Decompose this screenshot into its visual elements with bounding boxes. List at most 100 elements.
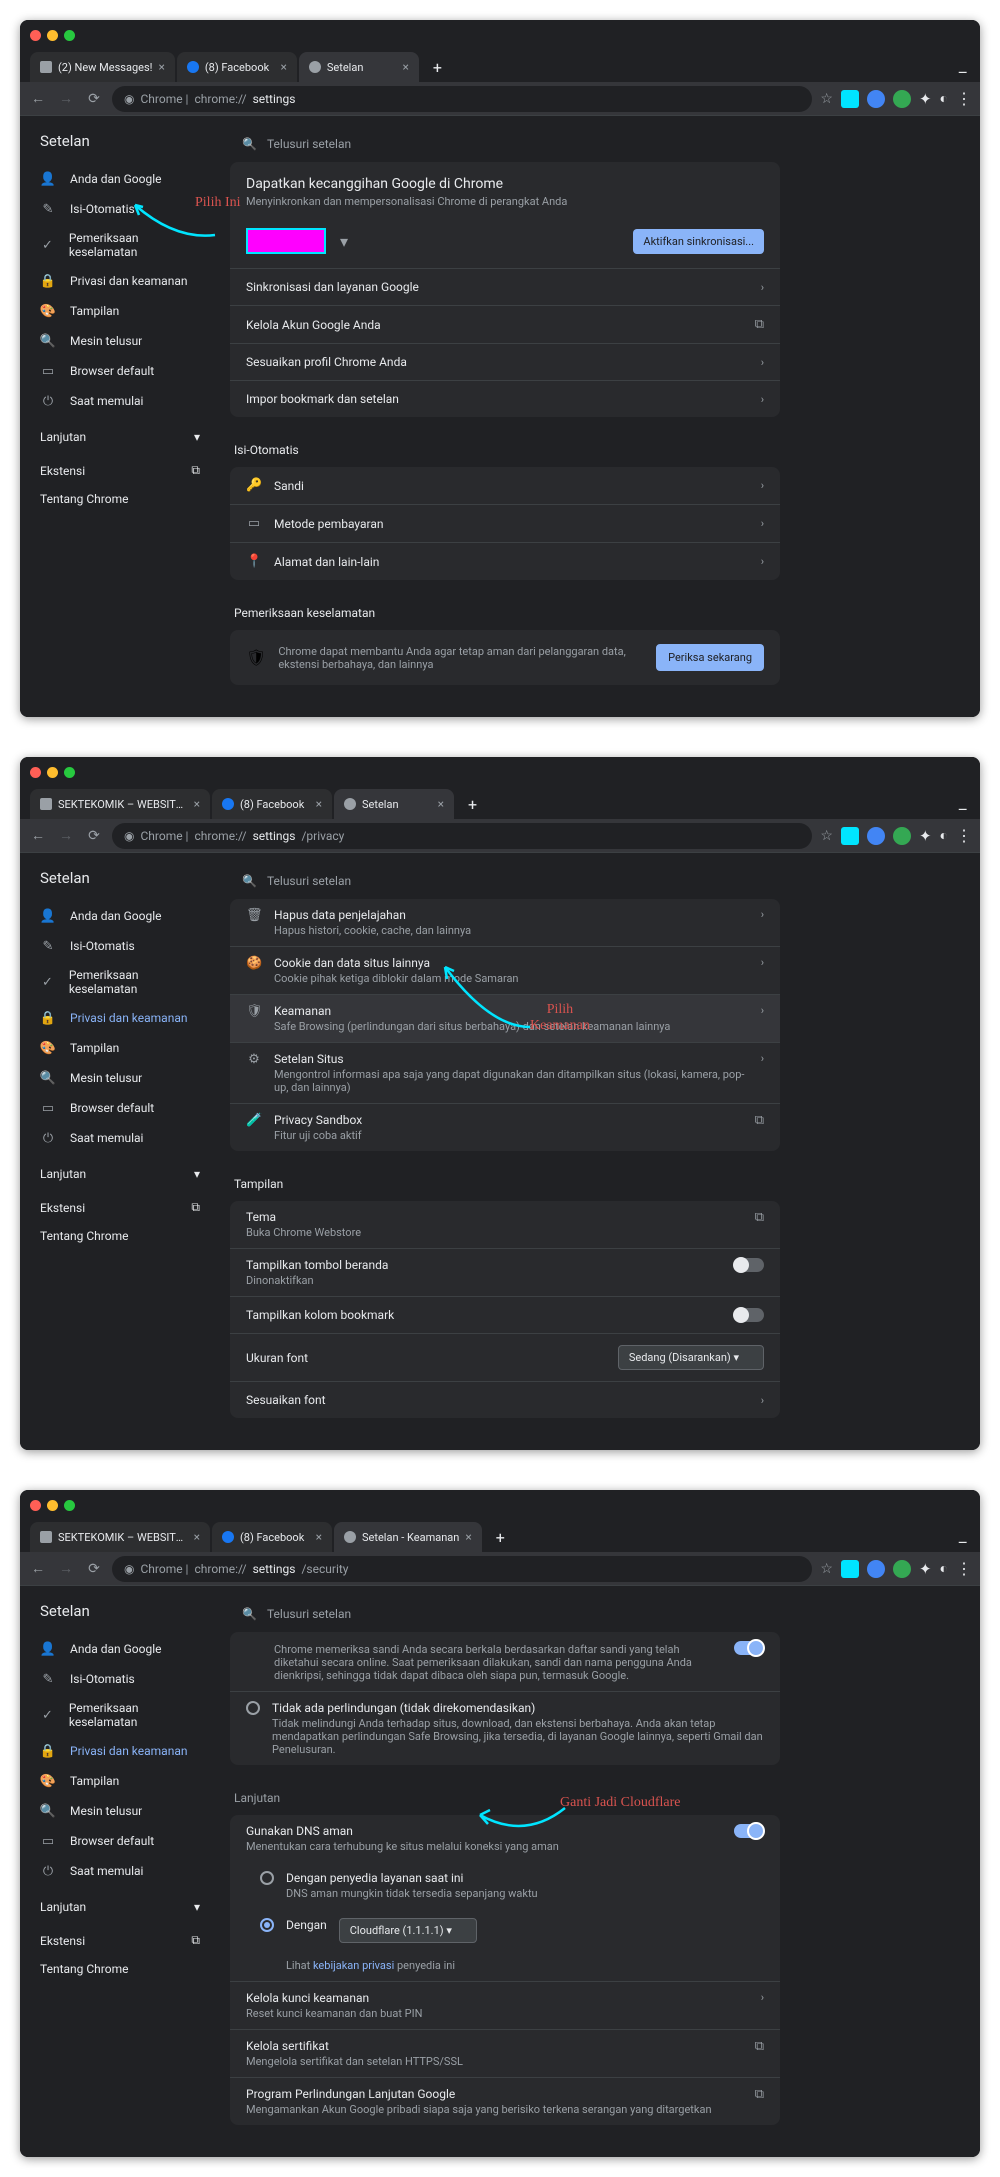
sidebar-item-safety[interactable]: ✓Pemeriksaan keselamatan	[20, 224, 220, 266]
address-bar[interactable]: ◉ Chrome | chrome://settings	[112, 86, 812, 112]
window-scrollbar[interactable]	[800, 853, 810, 1450]
reload-button[interactable]: ⟳	[84, 826, 104, 846]
sidebar-item-autofill[interactable]: ✎Isi-Otomatis	[20, 1664, 220, 1694]
settings-search[interactable]: 🔍Telusuri setelan	[230, 1596, 780, 1632]
row-cookies[interactable]: 🍪Cookie dan data situs lainnyaCookie pih…	[230, 946, 780, 994]
tab-settings[interactable]: Setelan - Keamanan×	[334, 1522, 482, 1552]
sidebar-item-startup[interactable]: ⏻Saat memulai	[20, 386, 220, 416]
close-icon[interactable]: ×	[438, 797, 444, 811]
new-tab-button[interactable]: +	[484, 1522, 517, 1552]
row-dns-with-provider[interactable]: Dengan Cloudflare (1.1.1.1) ▾ Lihat kebi…	[230, 1909, 780, 1981]
row-clear-data[interactable]: 🗑Hapus data penjelajahanHapus histori, c…	[230, 899, 780, 946]
close-window-dot[interactable]	[30, 1500, 41, 1511]
sidebar-item-default[interactable]: ▭Browser default	[20, 356, 220, 386]
sidebar-item-extensions[interactable]: Ekstensi⧉	[20, 1921, 220, 1955]
row-privacy-sandbox[interactable]: 🧪Privacy SandboxFitur uji coba aktif⧉	[230, 1103, 780, 1151]
row-addresses[interactable]: 📍Alamat dan lain-lain›	[230, 542, 780, 580]
sidebar-item-privacy[interactable]: 🔒Privasi dan keamanan	[20, 266, 220, 296]
radio-button[interactable]	[260, 1918, 274, 1932]
sidebar-item-search[interactable]: 🔍Mesin telusur	[20, 1796, 220, 1826]
window-scrollbar[interactable]	[800, 116, 810, 717]
minimize-icon[interactable]: –	[946, 800, 981, 819]
profile-icon[interactable]: ◐	[940, 1560, 948, 1577]
close-icon[interactable]: ×	[465, 1530, 471, 1544]
sidebar-item-advanced[interactable]: Lanjutan▾	[20, 1153, 220, 1188]
extension-icon[interactable]	[867, 90, 885, 108]
sidebar-item-privacy[interactable]: 🔒Privasi dan keamanan	[20, 1003, 220, 1033]
check-now-button[interactable]: Periksa sekarang	[656, 644, 764, 671]
extension-icon[interactable]	[893, 1560, 911, 1578]
back-button[interactable]: ←	[28, 1559, 48, 1579]
tab-facebook[interactable]: (8) Facebook×	[212, 789, 332, 819]
radio-button[interactable]	[246, 1701, 260, 1715]
reload-button[interactable]: ⟳	[84, 89, 104, 109]
dns-provider-select[interactable]: Cloudflare (1.1.1.1) ▾	[339, 1918, 477, 1943]
close-window-dot[interactable]	[30, 30, 41, 41]
close-icon[interactable]: ×	[280, 60, 286, 74]
sidebar-item-appearance[interactable]: 🎨Tampilan	[20, 1033, 220, 1063]
font-size-select[interactable]: Sedang (Disarankan) ▾	[618, 1345, 764, 1370]
radio-button[interactable]	[260, 1871, 274, 1885]
row-no-protection[interactable]: Tidak ada perlindungan (tidak direkomend…	[230, 1691, 780, 1765]
close-icon[interactable]: ×	[158, 60, 164, 74]
sidebar-item-appearance[interactable]: 🎨Tampilan	[20, 1766, 220, 1796]
sidebar-item-advanced[interactable]: Lanjutan▾	[20, 416, 220, 451]
row-manage-account[interactable]: Kelola Akun Google Anda⧉	[230, 305, 780, 343]
row-manage-keys[interactable]: Kelola kunci keamananReset kunci keamana…	[230, 1981, 780, 2029]
row-sync-services[interactable]: Sinkronisasi dan layanan Google›	[230, 268, 780, 305]
tab-messages[interactable]: (2) New Messages!×	[30, 52, 175, 82]
menu-icon[interactable]: ⋮	[956, 826, 972, 845]
forward-button[interactable]: →	[56, 89, 76, 109]
tab-settings[interactable]: Setelan×	[299, 52, 419, 82]
sidebar-item-extensions[interactable]: Ekstensi⧉	[20, 1188, 220, 1222]
bookmark-star-icon[interactable]: ☆	[820, 828, 833, 844]
row-bookmark-bar[interactable]: Tampilkan kolom bookmark	[230, 1296, 780, 1333]
extension-icon[interactable]	[867, 827, 885, 845]
row-site-settings[interactable]: ⚙Setelan SitusMengontrol informasi apa s…	[230, 1042, 780, 1103]
new-tab-button[interactable]: +	[456, 789, 489, 819]
enable-sync-button[interactable]: Aktifkan sinkronisasi...	[633, 229, 764, 254]
extension-icon[interactable]	[893, 90, 911, 108]
sidebar-item-autofill[interactable]: ✎Isi-Otomatis	[20, 194, 220, 224]
extension-icon[interactable]	[841, 1560, 859, 1578]
puzzle-icon[interactable]: ✦	[919, 827, 932, 845]
tab-facebook[interactable]: (8) Facebook×	[212, 1522, 332, 1552]
row-home-button[interactable]: Tampilkan tombol berandaDinonaktifkan	[230, 1248, 780, 1296]
settings-search[interactable]: 🔍Telusuri setelan	[230, 126, 780, 162]
minimize-window-dot[interactable]	[47, 30, 58, 41]
sidebar-item-search[interactable]: 🔍Mesin telusur	[20, 326, 220, 356]
close-icon[interactable]: ×	[316, 797, 322, 811]
menu-icon[interactable]: ⋮	[956, 89, 972, 108]
close-icon[interactable]: ×	[402, 60, 408, 74]
toggle-switch[interactable]	[734, 1308, 764, 1322]
sidebar-item-safety[interactable]: ✓Pemeriksaan keselamatan	[20, 961, 220, 1003]
forward-button[interactable]: →	[56, 1559, 76, 1579]
puzzle-icon[interactable]: ✦	[919, 90, 932, 108]
sidebar-item-about[interactable]: Tentang Chrome	[20, 1955, 220, 1983]
row-manage-certs[interactable]: Kelola sertifikatMengelola sertifikat da…	[230, 2029, 780, 2077]
sidebar-item-you-and-google[interactable]: 👤Anda dan Google	[20, 1634, 220, 1664]
sidebar-item-you-and-google[interactable]: 👤Anda dan Google	[20, 901, 220, 931]
address-bar[interactable]: ◉ Chrome | chrome://settings/security	[112, 1556, 812, 1582]
sidebar-item-you-and-google[interactable]: 👤Anda dan Google	[20, 164, 220, 194]
extension-icon[interactable]	[893, 827, 911, 845]
toggle-switch[interactable]	[734, 1824, 764, 1838]
row-payments[interactable]: ▭Metode pembayaran›	[230, 504, 780, 542]
minimize-icon[interactable]: –	[946, 63, 981, 82]
profile-icon[interactable]: ◐	[940, 827, 948, 844]
tab-settings[interactable]: Setelan×	[334, 789, 454, 819]
maximize-window-dot[interactable]	[64, 767, 75, 778]
close-window-dot[interactable]	[30, 767, 41, 778]
sidebar-item-privacy[interactable]: 🔒Privasi dan keamanan	[20, 1736, 220, 1766]
close-icon[interactable]: ×	[194, 1530, 200, 1544]
back-button[interactable]: ←	[28, 826, 48, 846]
sidebar-item-default[interactable]: ▭Browser default	[20, 1826, 220, 1856]
profile-icon[interactable]: ◐	[940, 90, 948, 107]
row-customize-font[interactable]: Sesuaikan font›	[230, 1381, 780, 1418]
minimize-window-dot[interactable]	[47, 1500, 58, 1511]
sidebar-item-startup[interactable]: ⏻Saat memulai	[20, 1856, 220, 1886]
extension-icon[interactable]	[841, 827, 859, 845]
maximize-window-dot[interactable]	[64, 30, 75, 41]
forward-button[interactable]: →	[56, 826, 76, 846]
sidebar-item-advanced[interactable]: Lanjutan▾	[20, 1886, 220, 1921]
